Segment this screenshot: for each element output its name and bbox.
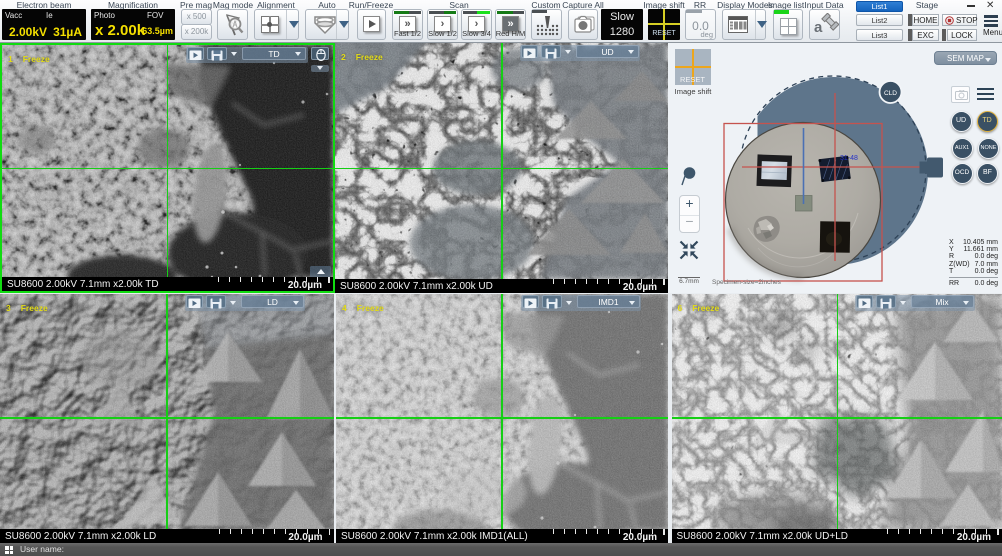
svg-text:CLD: CLD [884,90,897,97]
svg-text:31-48: 31-48 [840,155,858,162]
